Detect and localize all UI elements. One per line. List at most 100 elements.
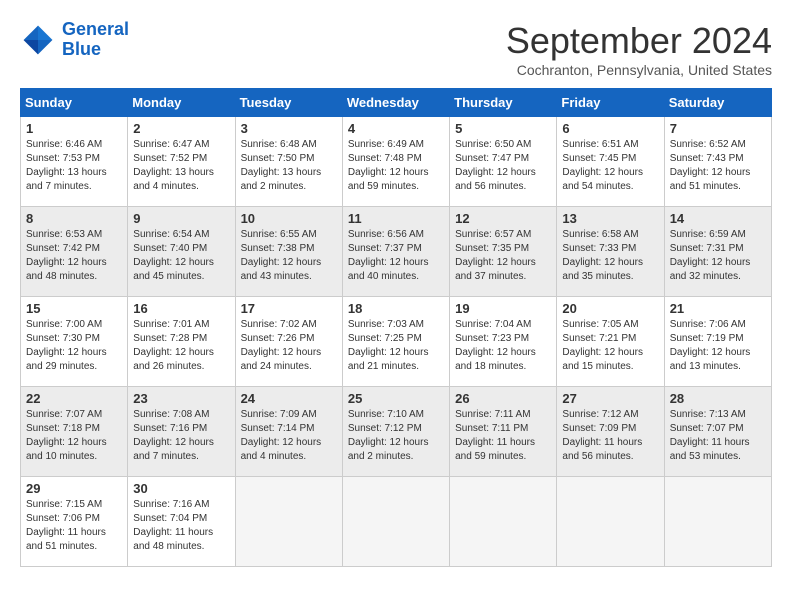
day-info: Sunrise: 7:16 AM Sunset: 7:04 PM Dayligh… [133,498,229,554]
day-info: Sunrise: 6:54 AM Sunset: 7:40 PM Dayligh… [133,228,229,284]
day-number: 20 [562,301,658,316]
day-cell: 25 Sunrise: 7:10 AM Sunset: 7:12 PM Dayli… [342,387,449,477]
day-cell [664,477,771,567]
calendar-table: SundayMondayTuesdayWednesdayThursdayFrid… [20,88,772,567]
logo-icon [20,22,56,58]
day-cell: 6 Sunrise: 6:51 AM Sunset: 7:45 PM Daylig… [557,117,664,207]
header-cell-sunday: Sunday [21,89,128,117]
day-cell: 14Sunrise: 6:59 AM Sunset: 7:31 PM Dayli… [664,207,771,297]
day-info: Sunrise: 6:58 AM Sunset: 7:33 PM Dayligh… [562,228,658,284]
header-cell-tuesday: Tuesday [235,89,342,117]
title-block: September 2024 Cochranton, Pennsylvania,… [506,20,772,78]
day-cell: 10 Sunrise: 6:55 AM Sunset: 7:38 PM Dayli… [235,207,342,297]
day-number: 18 [348,301,444,316]
day-info: Sunrise: 6:49 AM Sunset: 7:48 PM Dayligh… [348,138,444,194]
week-row-2: 8 Sunrise: 6:53 AM Sunset: 7:42 PM Daylig… [21,207,772,297]
header-cell-saturday: Saturday [664,89,771,117]
day-info: Sunrise: 7:04 AM Sunset: 7:23 PM Dayligh… [455,318,551,374]
day-cell [342,477,449,567]
day-number: 25 [348,391,444,406]
header-row: SundayMondayTuesdayWednesdayThursdayFrid… [21,89,772,117]
day-number: 7 [670,121,766,136]
day-info: Sunrise: 7:09 AM Sunset: 7:14 PM Dayligh… [241,408,337,464]
day-cell: 17 Sunrise: 7:02 AM Sunset: 7:26 PM Dayli… [235,297,342,387]
day-number: 10 [241,211,337,226]
day-info: Sunrise: 6:53 AM Sunset: 7:42 PM Dayligh… [26,228,122,284]
week-row-5: 29Sunrise: 7:15 AM Sunset: 7:06 PM Dayli… [21,477,772,567]
day-info: Sunrise: 7:02 AM Sunset: 7:26 PM Dayligh… [241,318,337,374]
day-number: 23 [133,391,229,406]
day-number: 11 [348,211,444,226]
header-cell-friday: Friday [557,89,664,117]
day-info: Sunrise: 7:03 AM Sunset: 7:25 PM Dayligh… [348,318,444,374]
week-row-1: 1Sunrise: 6:46 AM Sunset: 7:53 PM Daylig… [21,117,772,207]
logo-text: General Blue [62,20,129,60]
day-cell: 11 Sunrise: 6:56 AM Sunset: 7:37 PM Dayli… [342,207,449,297]
day-number: 12 [455,211,551,226]
day-number: 26 [455,391,551,406]
day-cell: 19 Sunrise: 7:04 AM Sunset: 7:23 PM Dayli… [450,297,557,387]
day-info: Sunrise: 7:13 AM Sunset: 7:07 PM Dayligh… [670,408,766,464]
day-cell: 28 Sunrise: 7:13 AM Sunset: 7:07 PM Dayli… [664,387,771,477]
day-info: Sunrise: 7:10 AM Sunset: 7:12 PM Dayligh… [348,408,444,464]
day-number: 29 [26,481,122,496]
day-info: Sunrise: 6:52 AM Sunset: 7:43 PM Dayligh… [670,138,766,194]
day-info: Sunrise: 7:00 AM Sunset: 7:30 PM Dayligh… [26,318,122,374]
day-info: Sunrise: 7:07 AM Sunset: 7:18 PM Dayligh… [26,408,122,464]
day-number: 14 [670,211,766,226]
location: Cochranton, Pennsylvania, United States [506,62,772,78]
day-info: Sunrise: 6:56 AM Sunset: 7:37 PM Dayligh… [348,228,444,284]
day-cell: 5Sunrise: 6:50 AM Sunset: 7:47 PM Daylig… [450,117,557,207]
month-title: September 2024 [506,20,772,62]
day-number: 4 [348,121,444,136]
day-number: 8 [26,211,122,226]
day-cell: 12 Sunrise: 6:57 AM Sunset: 7:35 PM Dayli… [450,207,557,297]
day-info: Sunrise: 6:55 AM Sunset: 7:38 PM Dayligh… [241,228,337,284]
page-header: General Blue September 2024 Cochranton, … [20,20,772,78]
day-info: Sunrise: 6:51 AM Sunset: 7:45 PM Dayligh… [562,138,658,194]
day-cell: 23 Sunrise: 7:08 AM Sunset: 7:16 PM Dayli… [128,387,235,477]
day-cell: 4 Sunrise: 6:49 AM Sunset: 7:48 PM Daylig… [342,117,449,207]
week-row-3: 15 Sunrise: 7:00 AM Sunset: 7:30 PM Dayli… [21,297,772,387]
day-info: Sunrise: 6:47 AM Sunset: 7:52 PM Dayligh… [133,138,229,194]
day-info: Sunrise: 7:06 AM Sunset: 7:19 PM Dayligh… [670,318,766,374]
day-number: 5 [455,121,551,136]
day-cell: 24 Sunrise: 7:09 AM Sunset: 7:14 PM Dayli… [235,387,342,477]
day-cell: 20Sunrise: 7:05 AM Sunset: 7:21 PM Dayli… [557,297,664,387]
day-cell: 13 Sunrise: 6:58 AM Sunset: 7:33 PM Dayli… [557,207,664,297]
day-info: Sunrise: 6:57 AM Sunset: 7:35 PM Dayligh… [455,228,551,284]
day-cell: 21 Sunrise: 7:06 AM Sunset: 7:19 PM Dayli… [664,297,771,387]
day-number: 6 [562,121,658,136]
day-number: 21 [670,301,766,316]
day-cell: 22 Sunrise: 7:07 AM Sunset: 7:18 PM Dayli… [21,387,128,477]
day-number: 22 [26,391,122,406]
day-info: Sunrise: 7:12 AM Sunset: 7:09 PM Dayligh… [562,408,658,464]
day-cell [557,477,664,567]
day-number: 17 [241,301,337,316]
day-number: 30 [133,481,229,496]
day-number: 13 [562,211,658,226]
day-number: 15 [26,301,122,316]
day-number: 27 [562,391,658,406]
day-cell [235,477,342,567]
day-cell: 18 Sunrise: 7:03 AM Sunset: 7:25 PM Dayli… [342,297,449,387]
day-info: Sunrise: 7:11 AM Sunset: 7:11 PM Dayligh… [455,408,551,464]
header-cell-wednesday: Wednesday [342,89,449,117]
day-info: Sunrise: 7:08 AM Sunset: 7:16 PM Dayligh… [133,408,229,464]
day-number: 28 [670,391,766,406]
day-number: 19 [455,301,551,316]
day-info: Sunrise: 7:01 AM Sunset: 7:28 PM Dayligh… [133,318,229,374]
day-info: Sunrise: 6:48 AM Sunset: 7:50 PM Dayligh… [241,138,337,194]
day-number: 1 [26,121,122,136]
day-number: 3 [241,121,337,136]
day-cell [450,477,557,567]
week-row-4: 22 Sunrise: 7:07 AM Sunset: 7:18 PM Dayli… [21,387,772,477]
day-cell: 27 Sunrise: 7:12 AM Sunset: 7:09 PM Dayli… [557,387,664,477]
day-cell: 2Sunrise: 6:47 AM Sunset: 7:52 PM Daylig… [128,117,235,207]
day-cell: 29Sunrise: 7:15 AM Sunset: 7:06 PM Dayli… [21,477,128,567]
day-number: 24 [241,391,337,406]
day-cell: 30 Sunrise: 7:16 AM Sunset: 7:04 PM Dayli… [128,477,235,567]
day-cell: 8 Sunrise: 6:53 AM Sunset: 7:42 PM Daylig… [21,207,128,297]
day-number: 16 [133,301,229,316]
day-number: 9 [133,211,229,226]
